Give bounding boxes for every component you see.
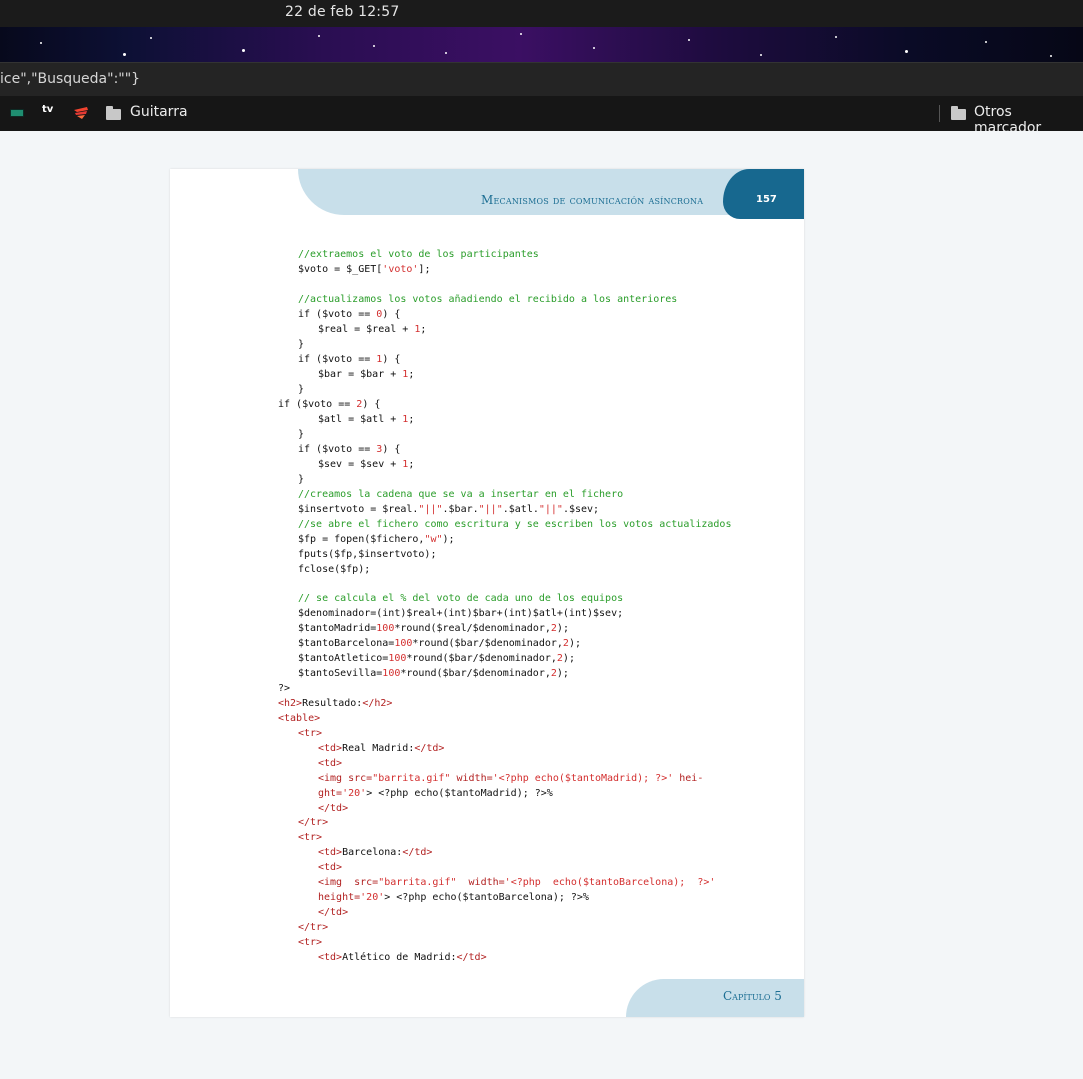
filmin-icon[interactable] bbox=[10, 109, 24, 117]
chapter-footer: Capítulo 5 bbox=[723, 989, 782, 1003]
code-line: if ($voto == 1) { bbox=[298, 354, 401, 365]
code-line: } bbox=[298, 474, 305, 485]
folder-icon bbox=[106, 106, 121, 120]
code-line: if ($voto == 0) { bbox=[298, 309, 401, 320]
code-line: $tantoMadrid=100*round($real/$denominado… bbox=[298, 623, 569, 634]
code-line: //extraemos el voto de los participantes bbox=[298, 249, 539, 260]
desktop-wallpaper-strip bbox=[0, 27, 1083, 62]
bookmark-guitarra[interactable]: Guitarra bbox=[130, 104, 188, 120]
code-line: //se abre el fichero como escritura y se… bbox=[298, 519, 732, 530]
code-line: </td> bbox=[318, 803, 349, 814]
code-line: </tr> bbox=[298, 922, 329, 933]
stadia-icon[interactable] bbox=[73, 104, 89, 124]
code-line: height='20'> <?php echo($tantoBarcelona)… bbox=[318, 892, 589, 903]
folder-icon bbox=[951, 106, 966, 120]
code-line: //creamos la cadena que se va a insertar… bbox=[298, 489, 624, 500]
code-line: //actualizamos los votos añadiendo el re… bbox=[298, 294, 678, 305]
bookmarks-bar: tv Guitarra Otros marcador bbox=[0, 96, 1083, 136]
code-line: $real = $real + 1; bbox=[318, 324, 427, 335]
code-line: <img src="barrita.gif" width='<?php echo… bbox=[318, 773, 704, 784]
code-line: <td>Real Madrid:</td> bbox=[318, 743, 445, 754]
code-line: ?> bbox=[278, 683, 291, 694]
code-line: <tr> bbox=[298, 728, 323, 739]
code-line: fputs($fp,$insertvoto); bbox=[298, 549, 437, 560]
code-line: if ($voto == 3) { bbox=[298, 444, 401, 455]
code-line: $tantoAtletico=100*round($bar/$denominad… bbox=[298, 653, 575, 664]
code-line: <tr> bbox=[298, 937, 323, 948]
code-line: </tr> bbox=[298, 817, 329, 828]
code-line: $sev = $sev + 1; bbox=[318, 459, 415, 470]
code-line: <table> bbox=[278, 713, 321, 724]
code-line: ght='20'> <?php echo($tantoMadrid); ?>% bbox=[318, 788, 553, 799]
code-line: } bbox=[298, 429, 305, 440]
system-top-bar: 22 de feb 12:57 bbox=[0, 0, 1083, 27]
code-line: } bbox=[298, 339, 305, 350]
system-clock[interactable]: 22 de feb 12:57 bbox=[285, 4, 399, 20]
code-line: <tr> bbox=[298, 832, 323, 843]
bookmarks-separator bbox=[939, 105, 940, 122]
code-line: $tantoBarcelona=100*round($bar/$denomina… bbox=[298, 638, 581, 649]
code-line: $fp = fopen($fichero,"w"); bbox=[298, 534, 455, 545]
code-line: $atl = $atl + 1; bbox=[318, 414, 415, 425]
pdf-page: Mecanismos de comunicación asíncrona 157… bbox=[170, 169, 804, 1017]
code-line: if ($voto == 2) { bbox=[278, 399, 381, 410]
code-line: <h2>Resultado:</h2> bbox=[278, 698, 393, 709]
code-line: $voto = $_GET['voto']; bbox=[298, 264, 431, 275]
apple-tv-icon[interactable]: tv bbox=[42, 104, 53, 115]
code-line: fclose($fp); bbox=[298, 564, 371, 575]
address-bar[interactable]: ice","Busqueda":""} bbox=[0, 62, 1083, 97]
code-listing: //extraemos el voto de los participantes… bbox=[170, 169, 804, 1017]
code-line: <td>Barcelona:</td> bbox=[318, 847, 433, 858]
code-line: </td> bbox=[318, 907, 349, 918]
code-line: <img src="barrita.gif" width='<?php echo… bbox=[318, 877, 716, 888]
code-line: $bar = $bar + 1; bbox=[318, 369, 415, 380]
code-line: $denominador=(int)$real+(int)$bar+(int)$… bbox=[298, 608, 624, 619]
code-line: <td> bbox=[318, 862, 343, 873]
code-line: <td>Atlético de Madrid:</td> bbox=[318, 952, 487, 963]
address-bar-text[interactable]: ice","Busqueda":""} bbox=[0, 71, 140, 87]
code-line: // se calcula el % del voto de cada uno … bbox=[298, 593, 624, 604]
code-line: $tantoSevilla=100*round($bar/$denominado… bbox=[298, 668, 569, 679]
code-line: <td> bbox=[318, 758, 343, 769]
code-line: } bbox=[298, 384, 305, 395]
code-line: $insertvoto = $real."||".$bar."||".$atl.… bbox=[298, 504, 600, 515]
